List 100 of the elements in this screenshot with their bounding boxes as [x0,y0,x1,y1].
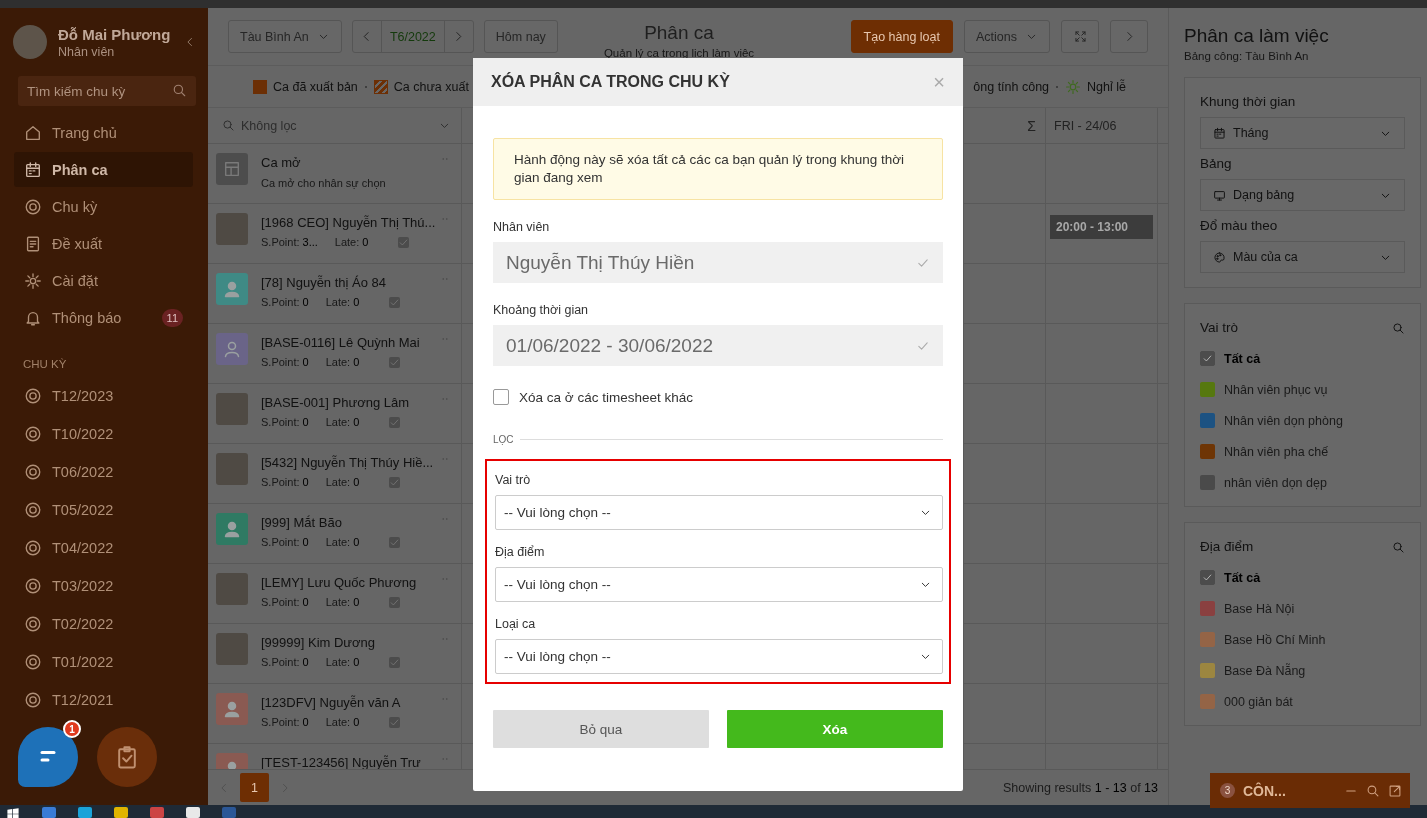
option-label[interactable]: Nhân viên pha chế [1224,444,1329,459]
select-field[interactable]: Màu của ca [1200,241,1405,273]
month-label: T6/2022 [380,21,445,52]
bulk-create-button[interactable]: Tạo hàng loạt [850,20,953,53]
cycle-item[interactable]: T02/2022 [14,606,193,641]
cycle-item[interactable]: T03/2022 [14,568,193,603]
home-icon [24,123,42,142]
next-button[interactable] [1110,20,1148,53]
option-label[interactable]: Base Hồ Chí Minh [1224,632,1326,647]
checkbox[interactable] [1200,570,1215,585]
stat-label: S.Point: [261,416,300,428]
today-button[interactable]: Hôm nay [483,20,558,53]
stat-value: 0 [353,596,360,608]
search-field[interactable]: Tìm kiếm chu kỳ [18,76,196,106]
app-icon[interactable] [78,807,92,818]
select-field[interactable]: Dạng bảng [1200,179,1405,211]
search-icon [222,119,235,132]
option-label[interactable]: Nhân viên dọn phòng [1224,413,1343,428]
layout-icon [223,160,241,178]
app-icon[interactable] [222,807,236,818]
card-title: Địa điểm [1200,539,1254,554]
warning-message: Hành động này sẽ xóa tất cả các ca bạn quản lý trong khung thời gian đang xem [493,138,943,201]
stat-label: S.Point: [261,536,300,548]
field-label: Loại ca [495,617,537,632]
target-icon [24,690,42,709]
select-field[interactable]: Tháng [1200,117,1405,149]
checkbox-icon[interactable] [389,356,401,368]
employee-name: [BASE-0116] Lê Quỳnh Mai [261,335,421,350]
option-label[interactable]: Nhân viên phục vụ [1224,382,1328,397]
menu-item[interactable]: Đề xuất [14,226,193,261]
app-icon[interactable] [186,807,200,818]
menu-item[interactable]: Chu kỳ [14,189,193,224]
store-select[interactable]: Tàu Bình An [228,20,342,53]
app-icon[interactable] [114,807,128,818]
stat-label: Late: [325,416,351,428]
stat-value: 0 [302,416,309,428]
stat-value: 0 [302,596,309,608]
chat-bar[interactable]: 3 CÔN... [1210,773,1410,808]
select-field[interactable]: -- Vui lòng chọn -- [495,567,943,603]
option-label[interactable]: nhân viên dọn dẹp [1224,475,1327,490]
employee-name: [LEMY] Lưu Quốc Phương [261,575,418,590]
menu-item[interactable]: Cài đặt [14,263,193,298]
stat-value: 0 [353,716,360,728]
external-link-icon[interactable] [1388,783,1402,798]
actions-button[interactable]: Actions [964,20,1050,53]
menu-item[interactable]: Trang chủ [14,115,193,150]
option-label[interactable]: Tất cả [1224,351,1261,366]
grid-cell[interactable]: 20:00 - 13:00 [1046,204,1158,263]
search-icon[interactable] [1392,321,1405,335]
search-icon [172,83,187,98]
menu-item[interactable]: Phân ca [14,152,193,187]
page-title: Phân ca [643,22,715,44]
sun-icon [1065,78,1082,95]
cycle-item[interactable]: T01/2022 [14,644,193,679]
field-label: Đổ màu theo [1200,218,1279,233]
cycle-item[interactable]: T10/2022 [14,416,193,451]
checkbox[interactable] [493,389,509,406]
checkbox-icon[interactable] [389,596,401,608]
cancel-button[interactable]: Bỏ qua [493,710,709,749]
select-field[interactable]: -- Vui lòng chọn -- [495,495,943,531]
menu-item[interactable]: Thông báo 11 [14,300,193,335]
stat-label: S.Point: [261,236,300,248]
checkbox-icon[interactable] [398,236,410,248]
checkbox[interactable] [1200,351,1215,366]
cycle-item[interactable]: T12/2021 [14,682,193,717]
person-icon [222,699,242,719]
select-field[interactable]: -- Vui lòng chọn -- [495,639,943,675]
fullscreen-button[interactable] [1061,20,1099,53]
stat-value: 0 [302,476,309,488]
photo-placeholder [216,573,248,605]
row-subtitle: Ca mở cho nhân sự chọn [261,177,387,189]
employee-name: [123DFV] Nguyễn văn A [261,695,402,710]
cycle-item[interactable]: T12/2023 [14,378,193,413]
stat-label: Late: [325,476,351,488]
checkbox-label[interactable]: Xóa ca ở các timesheet khác [519,389,693,405]
checkbox-icon[interactable] [389,416,401,428]
app-icon[interactable] [150,807,164,818]
option-label[interactable]: 000 giản bát [1224,694,1293,709]
stat-label: Late: [325,356,351,368]
search-icon[interactable] [1366,783,1380,798]
option-label[interactable]: Base Hà Nội [1224,601,1295,616]
checkbox-icon[interactable] [389,476,401,488]
checkbox-icon[interactable] [389,536,401,548]
option-label[interactable]: Tất cả [1224,570,1261,585]
dialog-title: XÓA PHÂN CA TRONG CHU KỲ [491,73,730,91]
search-icon[interactable] [1392,540,1405,554]
checkbox-icon[interactable] [389,716,401,728]
option-label[interactable]: Base Đà Nẵng [1224,663,1306,678]
target-icon [24,386,42,405]
page-button[interactable]: 1 [240,773,269,802]
windows-logo-icon[interactable] [6,807,20,818]
field-label: Nhân viên [493,220,551,235]
cycle-item[interactable]: T05/2022 [14,492,193,527]
cycle-item[interactable]: T04/2022 [14,530,193,565]
app-icon[interactable] [42,807,56,818]
shift-block[interactable]: 20:00 - 13:00 [1050,215,1153,239]
column-header: Σ [1027,117,1036,134]
checkbox-icon[interactable] [389,296,401,308]
cycle-item[interactable]: T06/2022 [14,454,193,489]
checkbox-icon[interactable] [389,656,401,668]
